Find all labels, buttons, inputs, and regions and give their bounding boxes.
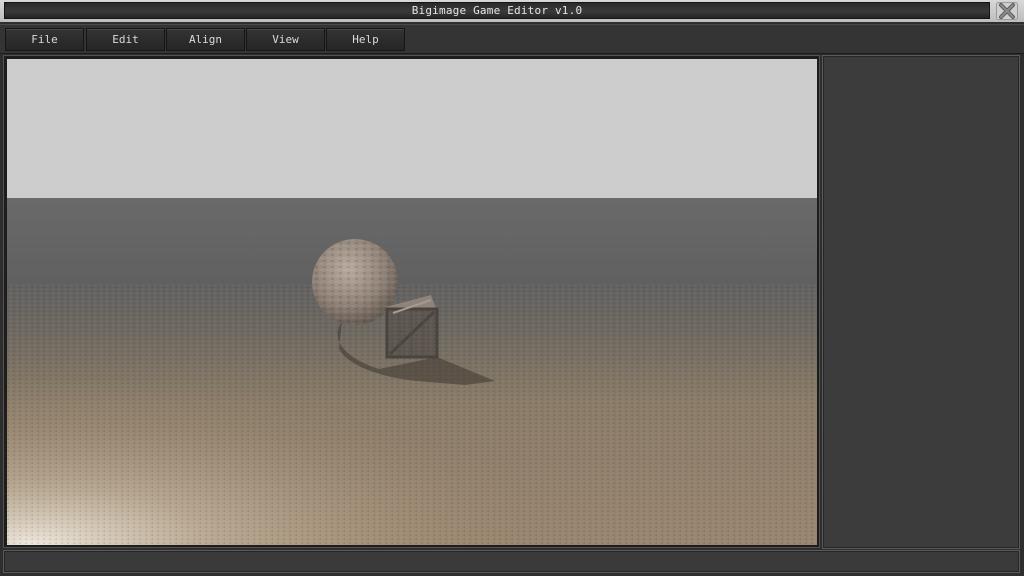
- sky-backdrop: [7, 59, 817, 198]
- properties-panel: [822, 55, 1020, 549]
- menu-bar: File Edit Align View Help: [0, 24, 1024, 54]
- back-wall: [7, 198, 817, 298]
- menu-edit[interactable]: Edit: [86, 28, 165, 51]
- menu-view[interactable]: View: [246, 28, 325, 51]
- viewport-frame: [3, 55, 820, 548]
- close-x-icon: [996, 2, 1018, 20]
- menu-file[interactable]: File: [5, 28, 84, 51]
- title-bar[interactable]: Bigimage Game Editor v1.0: [0, 0, 1024, 22]
- menu-help[interactable]: Help: [326, 28, 405, 51]
- editor-window: Bigimage Game Editor v1.0 File Edit Alig…: [0, 0, 1024, 576]
- close-button[interactable]: [994, 1, 1020, 21]
- window-title: Bigimage Game Editor v1.0: [4, 2, 990, 19]
- sphere-object[interactable]: [312, 239, 398, 325]
- menu-align[interactable]: Align: [166, 28, 245, 51]
- scene-render[interactable]: [7, 59, 817, 545]
- status-bar: [3, 550, 1020, 573]
- scene-viewport[interactable]: [7, 59, 817, 545]
